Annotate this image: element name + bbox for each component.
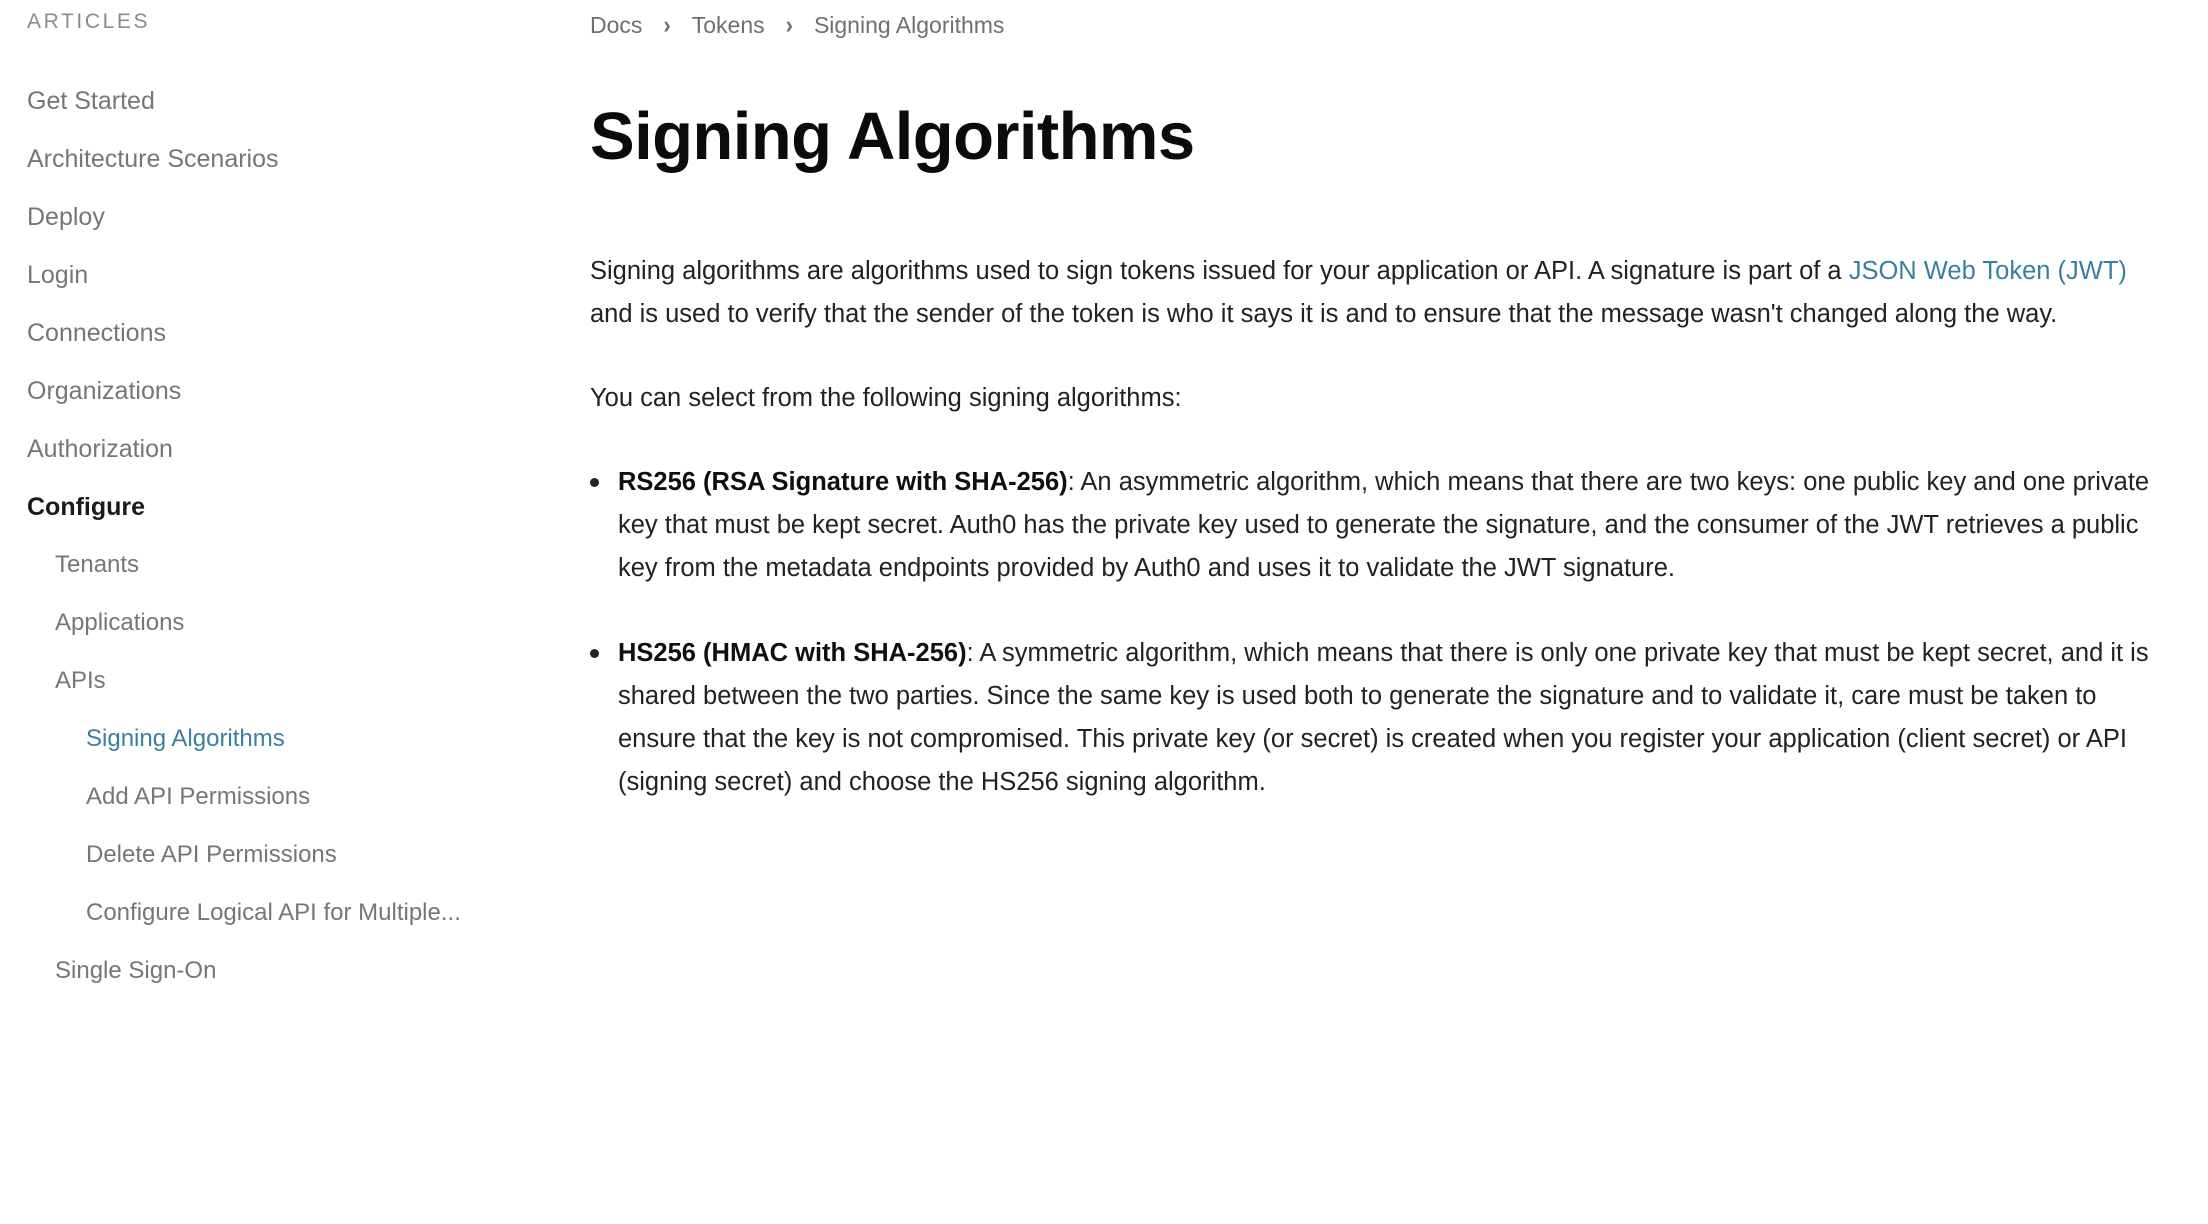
chevron-right-icon: › — [785, 10, 793, 39]
bullet-icon — [590, 649, 599, 658]
sidebar-section-heading: ARTICLES — [27, 10, 151, 33]
intro-text-after-link: and is used to verify that the sender of… — [590, 300, 2058, 328]
algorithm-name: RS256 (RSA Signature with SHA-256) — [618, 468, 1068, 496]
list-item: HS256 (HMAC with SHA-256): A symmetric a… — [590, 632, 2150, 804]
breadcrumb-item-signing-algorithms[interactable]: Signing Algorithms — [814, 10, 1005, 40]
signing-algorithms-list: RS256 (RSA Signature with SHA-256): An a… — [590, 461, 2150, 804]
sidebar-item-authorization[interactable]: Authorization — [0, 420, 590, 478]
breadcrumb-item-tokens[interactable]: Tokens — [692, 10, 765, 40]
page-title: Signing Algorithms — [590, 99, 1195, 174]
sidebar-item-organizations[interactable]: Organizations — [0, 362, 590, 420]
algorithm-name: HS256 (HMAC with SHA-256) — [618, 639, 967, 667]
sidebar-item-signing-algorithms[interactable]: Signing Algorithms — [0, 710, 590, 768]
sidebar-item-apis[interactable]: APIs — [0, 652, 590, 710]
sidebar-item-login[interactable]: Login — [0, 246, 590, 304]
sidebar-item-connections[interactable]: Connections — [0, 304, 590, 362]
sidebar-item-architecture-scenarios[interactable]: Architecture Scenarios — [0, 130, 590, 188]
sidebar-item-list: Get Started Architecture Scenarios Deploy L… — [0, 72, 590, 1000]
sidebar-item-single-sign-on[interactable]: Single Sign-On — [0, 942, 590, 1000]
main-content: Docs › Tokens › Signing Algorithms Signing A… — [590, 0, 2208, 846]
intro-paragraph: Signing algorithms are algorithms used t… — [590, 250, 2150, 336]
sidebar-item-deploy[interactable]: Deploy — [0, 188, 590, 246]
breadcrumb-item-docs[interactable]: Docs — [590, 10, 642, 40]
sidebar-item-tenants[interactable]: Tenants — [0, 536, 590, 594]
chevron-right-icon: › — [663, 10, 671, 39]
jwt-link[interactable]: JSON Web Token (JWT) — [1849, 257, 2127, 285]
breadcrumb: Docs › Tokens › Signing Algorithms — [590, 10, 2155, 40]
sidebar-item-configure-logical-api-for-multiple[interactable]: Configure Logical API for Multiple... — [0, 884, 590, 942]
bullet-icon — [590, 478, 599, 487]
list-item: RS256 (RSA Signature with SHA-256): An a… — [590, 461, 2150, 590]
select-prompt-paragraph: You can select from the following signin… — [590, 384, 1182, 412]
sidebar-item-add-api-permissions[interactable]: Add API Permissions — [0, 768, 590, 826]
sidebar-item-get-started[interactable]: Get Started — [0, 72, 590, 130]
sidebar-item-configure[interactable]: Configure — [0, 478, 590, 536]
intro-text-before-link: Signing algorithms are algorithms used t… — [590, 257, 1849, 285]
docs-page: ARTICLES Get Started Architecture Scenari… — [0, 0, 2208, 1224]
sidebar-navigation: ARTICLES Get Started Architecture Scenari… — [0, 0, 590, 1000]
sidebar-item-applications[interactable]: Applications — [0, 594, 590, 652]
sidebar-item-delete-api-permissions[interactable]: Delete API Permissions — [0, 826, 590, 884]
